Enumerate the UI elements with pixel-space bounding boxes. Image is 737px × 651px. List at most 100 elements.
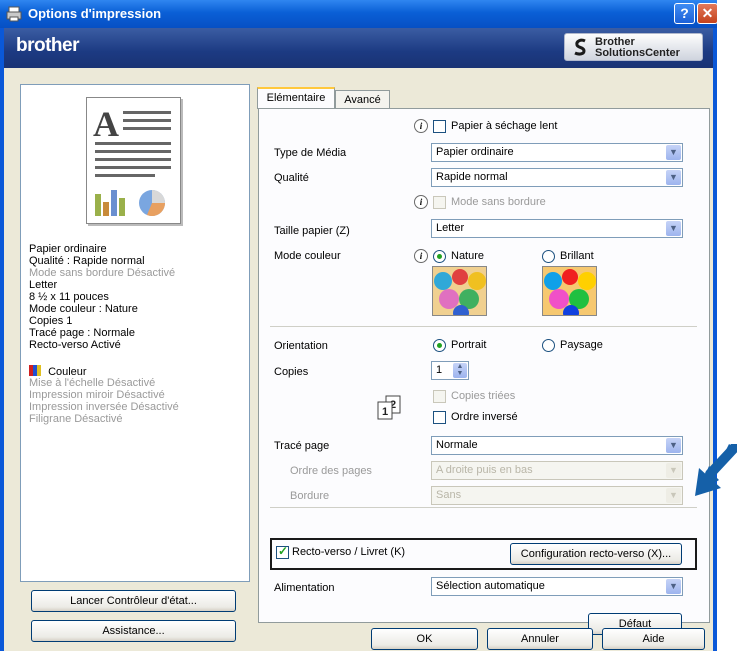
section-divider xyxy=(270,326,697,327)
media-type-label: Type de Média xyxy=(274,147,347,159)
border-label: Bordure xyxy=(290,490,330,502)
paper-size-value: Letter xyxy=(436,222,465,234)
info-icon[interactable]: i xyxy=(414,195,428,209)
paper-source-label: Alimentation xyxy=(274,582,335,594)
close-button[interactable]: ✕ xyxy=(697,3,718,24)
stepper-arrows-icon[interactable]: ▲ ▼ xyxy=(453,363,467,378)
orientation-label: Orientation xyxy=(274,340,328,352)
chevron-down-icon: ▼ xyxy=(666,579,681,594)
ok-button[interactable]: OK xyxy=(371,628,478,650)
paper-size-select[interactable]: Letter ▼ xyxy=(431,219,683,238)
quality-value: Rapide normal xyxy=(436,171,508,183)
copies-value: 1 xyxy=(436,364,443,376)
tab-advanced[interactable]: Avancé xyxy=(335,90,390,109)
section-divider xyxy=(270,507,697,508)
duplex-label: Recto-verso / Livret (K) xyxy=(292,546,406,558)
help-footer-button[interactable]: Aide xyxy=(602,628,705,650)
title-bar[interactable]: Options d'impression ? ✕ xyxy=(0,0,718,28)
media-type-value: Papier ordinaire xyxy=(436,146,514,158)
chevron-down-icon: ▼ xyxy=(666,438,681,453)
border-value: Sans xyxy=(436,489,462,501)
solutions-center-button[interactable]: Brother SolutionsCenter xyxy=(564,33,703,61)
page-preview-graphic: A xyxy=(93,104,171,216)
summary-copies: Copies 1 xyxy=(29,315,73,327)
color-vivid-label: Brillant xyxy=(560,250,594,262)
borderless-checkbox[interactable] xyxy=(433,196,446,209)
summary-media: Papier ordinaire xyxy=(29,243,107,255)
help-button[interactable]: ? xyxy=(674,3,695,24)
chevron-down-icon: ▼ xyxy=(666,221,681,236)
summary-duplex: Recto-verso Activé xyxy=(29,339,121,351)
page-layout-label: Tracé page xyxy=(274,440,330,452)
cancel-button[interactable]: Annuler xyxy=(487,628,593,650)
page-order-value: A droite puis en bas xyxy=(436,464,533,476)
duplex-settings-button[interactable]: Configuration recto-verso (X)... xyxy=(510,543,682,565)
collate-label: Copies triées xyxy=(451,390,516,402)
landscape-radio[interactable] xyxy=(542,339,555,352)
summary-borderless: Mode sans bordure Désactivé xyxy=(29,267,176,279)
summary-mirror: Impression miroir Désactivé xyxy=(29,389,165,401)
border-select[interactable]: Sans ▼ xyxy=(431,486,683,505)
printer-icon xyxy=(6,6,22,22)
settings-summary-panel: A Papier ordinaire Qualité : Rapide norm… xyxy=(20,84,250,582)
svg-text:1: 1 xyxy=(382,406,388,418)
tab-basic[interactable]: Elémentaire xyxy=(257,87,335,109)
color-natural-radio[interactable] xyxy=(433,250,446,263)
color-natural-thumbnail[interactable] xyxy=(432,266,487,316)
copies-order-icon: 2 1 xyxy=(377,395,401,420)
color-mode-label: Mode couleur xyxy=(274,250,341,262)
page-layout-value: Normale xyxy=(436,439,478,451)
summary-page-layout: Tracé page : Normale xyxy=(29,327,135,339)
color-vivid-thumbnail[interactable] xyxy=(542,266,597,316)
page-order-select[interactable]: A droite puis en bas ▼ xyxy=(431,461,683,480)
landscape-label: Paysage xyxy=(560,339,603,351)
slow-dry-label: Papier à séchage lent xyxy=(451,120,558,132)
chevron-down-icon: ▼ xyxy=(666,488,681,503)
borderless-label: Mode sans bordure xyxy=(451,196,546,208)
balls-image xyxy=(433,267,486,315)
balls-image xyxy=(543,267,596,315)
duplex-checkbox[interactable]: ✓ xyxy=(276,544,289,559)
paper-source-select[interactable]: Sélection automatique ▼ xyxy=(431,577,683,596)
reverse-order-label: Ordre inversé xyxy=(451,411,518,423)
page-layout-select[interactable]: Normale ▼ xyxy=(431,436,683,455)
color-vivid-radio[interactable] xyxy=(542,250,555,263)
chevron-down-icon: ▼ xyxy=(666,145,681,160)
summary-paper-size: 8 ½ x 11 pouces xyxy=(29,291,109,303)
support-button[interactable]: Assistance... xyxy=(31,620,236,642)
solutions-center-icon xyxy=(574,38,586,56)
brand-banner: brother Brother SolutionsCenter xyxy=(4,28,713,68)
summary-reverse: Impression inversée Désactivé xyxy=(29,401,179,413)
status-monitor-button[interactable]: Lancer Contrôleur d'état... xyxy=(31,590,236,612)
svg-text:A: A xyxy=(93,104,119,144)
callout-arrow-icon xyxy=(695,444,737,496)
window-title: Options d'impression xyxy=(28,6,162,21)
reverse-order-checkbox[interactable] xyxy=(433,411,446,424)
portrait-radio[interactable] xyxy=(433,339,446,352)
summary-color-mode: Mode couleur : Nature xyxy=(29,303,138,315)
quality-select[interactable]: Rapide normal ▼ xyxy=(431,168,683,187)
summary-watermark: Filigrane Désactivé xyxy=(29,413,123,425)
media-type-select[interactable]: Papier ordinaire ▼ xyxy=(431,143,683,162)
slow-dry-checkbox[interactable] xyxy=(433,120,446,133)
page-order-label: Ordre des pages xyxy=(290,465,372,477)
info-icon[interactable]: i xyxy=(414,119,428,133)
brother-logo: brother xyxy=(16,35,80,56)
summary-paper: Letter xyxy=(29,279,58,291)
solutions-center-line2: SolutionsCenter xyxy=(595,47,680,59)
paper-size-label: Taille papier (Z) xyxy=(274,225,350,237)
color-icon xyxy=(29,365,41,376)
page-preview: A xyxy=(86,97,181,224)
chevron-down-icon: ▼ xyxy=(666,463,681,478)
collate-checkbox[interactable] xyxy=(433,390,446,403)
copies-stepper[interactable]: 1 ▲ ▼ xyxy=(431,361,469,380)
info-icon[interactable]: i xyxy=(414,249,428,263)
portrait-label: Portrait xyxy=(451,339,487,351)
color-natural-label: Nature xyxy=(451,250,485,262)
paper-source-value: Sélection automatique xyxy=(436,580,545,592)
quality-label: Qualité xyxy=(274,172,309,184)
summary-scaling: Mise à l'échelle Désactivé xyxy=(29,377,156,389)
chevron-down-icon: ▼ xyxy=(666,170,681,185)
copies-label: Copies xyxy=(274,366,309,378)
summary-quality: Qualité : Rapide normal xyxy=(29,255,145,267)
